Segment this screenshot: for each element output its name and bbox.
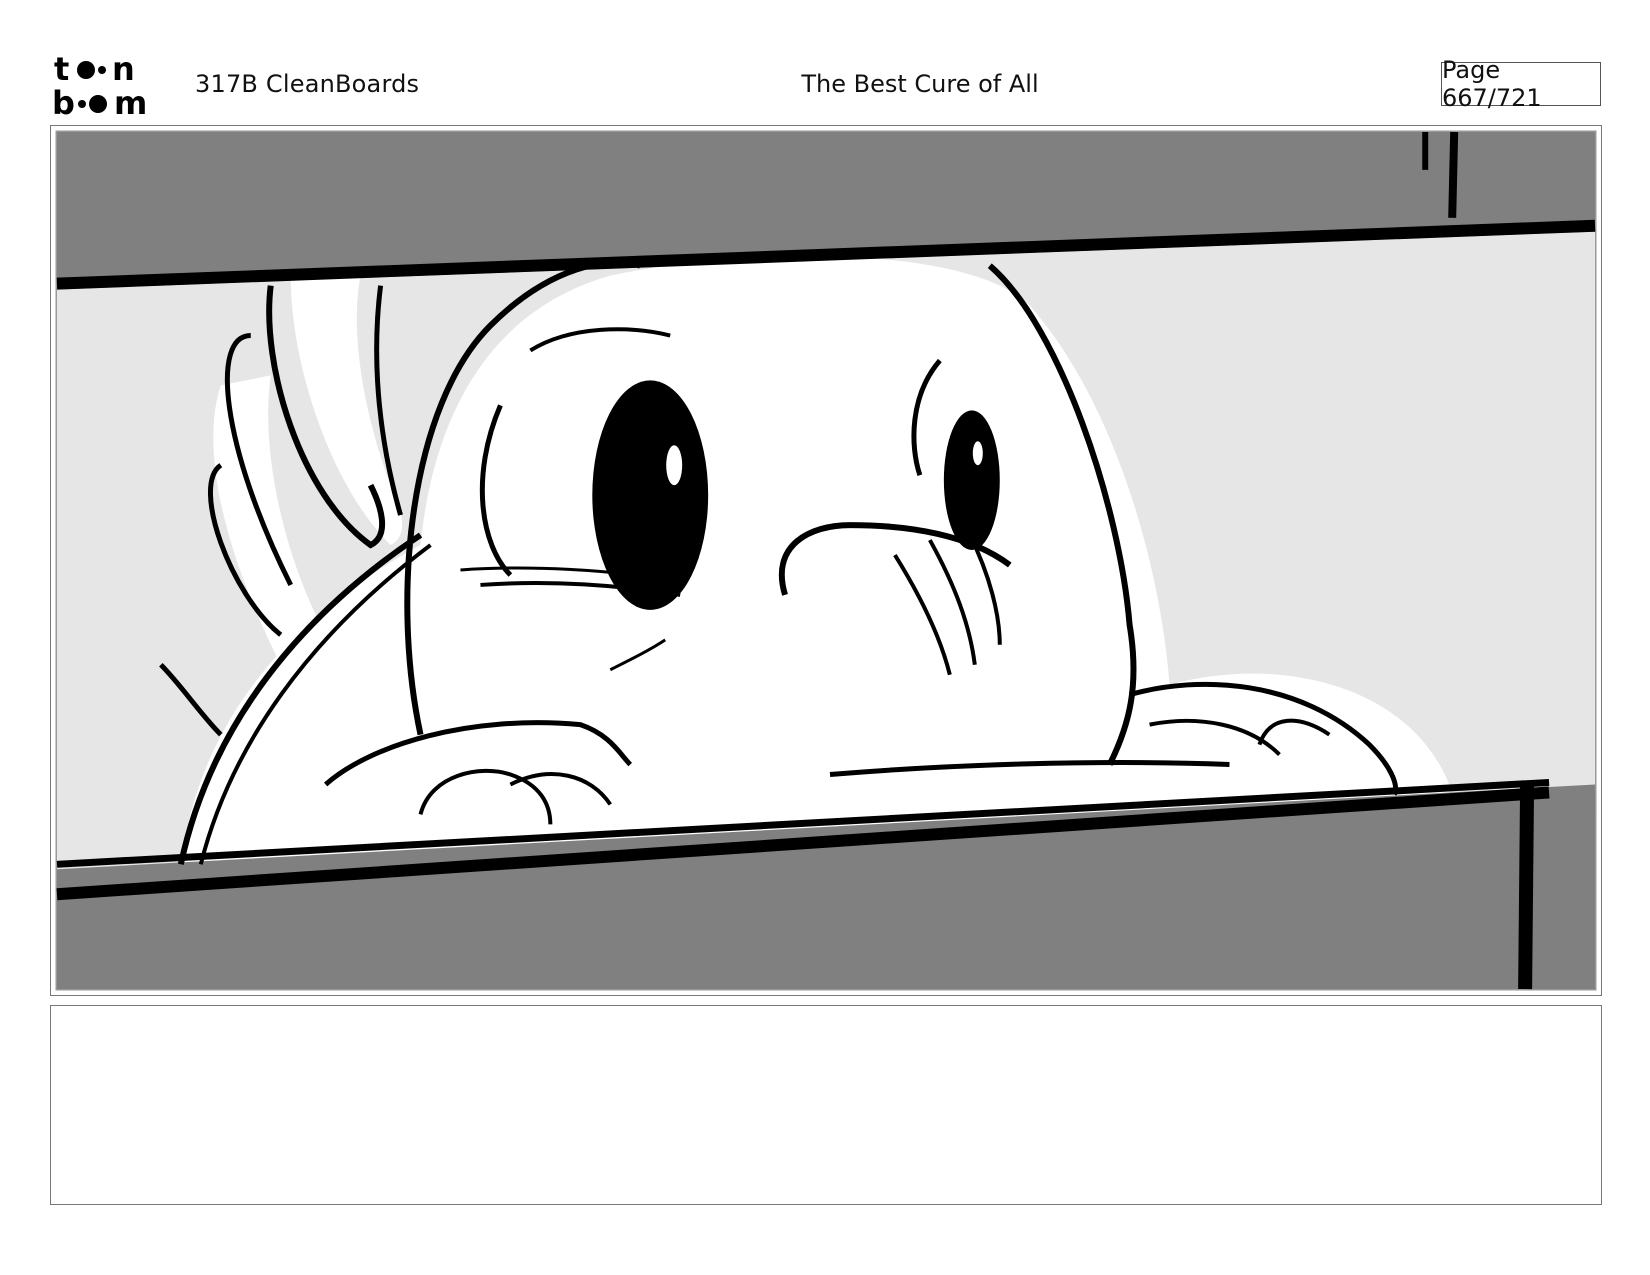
storyboard-panel — [50, 125, 1602, 996]
document-title: The Best Cure of All — [801, 70, 1039, 98]
panel-notes — [50, 1005, 1602, 1205]
storyboard-drawing-icon — [55, 130, 1597, 991]
page-number: Page 667/721 — [1441, 56, 1601, 112]
